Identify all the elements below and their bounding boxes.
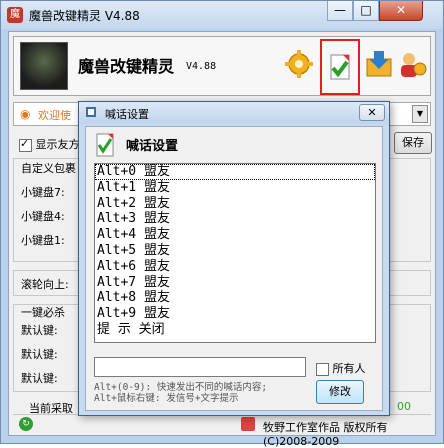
minimize-button[interactable]: — [327, 1, 353, 21]
dialog-close-button[interactable]: ✕ [359, 104, 385, 121]
shout-text-input[interactable] [94, 357, 306, 377]
hint-text: Alt+(0-9): 快速发出不同的喊话内容; Alt+鼠标右键: 发信号+文字… [94, 382, 267, 404]
one-key-group-title: 一键必杀 [21, 306, 65, 319]
refresh-icon[interactable]: ↻ [19, 417, 33, 431]
list-item[interactable]: Alt+6 盟友 [95, 259, 375, 275]
default-key-label: 默认键: [21, 372, 58, 385]
checkmark-document-icon [330, 54, 350, 80]
custom-group-title: 自定义包裹 [21, 162, 76, 175]
checkmark-document-icon [96, 133, 114, 157]
all-people-label: 所有人 [332, 362, 366, 375]
modify-button[interactable]: 修改 [316, 380, 364, 404]
studio-icon [241, 417, 255, 431]
list-item[interactable]: Alt+8 盟友 [95, 290, 375, 306]
gear-icon[interactable] [284, 49, 314, 79]
keypad7-label: 小键盘7: [21, 186, 65, 199]
close-button[interactable]: ✕ [379, 1, 423, 21]
app-icon: 魔 [7, 7, 23, 23]
app-version: V4.88 [186, 61, 217, 72]
user-settings-icon[interactable] [398, 49, 428, 79]
list-item[interactable]: Alt+9 盟友 [95, 306, 375, 322]
keypad4-label: 小键盘4: [21, 210, 65, 223]
dialog-client-area: 喊话设置 Alt+0 盟友 Alt+1 盟友 Alt+2 盟友 Alt+3 盟友… [85, 126, 383, 411]
maximize-button[interactable]: □ [353, 1, 379, 21]
scroll-up-label: 滚轮向上: [21, 278, 69, 291]
all-people-checkbox[interactable] [316, 362, 329, 376]
list-item[interactable]: Alt+5 盟友 [95, 243, 375, 259]
save-button[interactable]: 保存 [394, 132, 432, 154]
list-item[interactable]: Alt+2 盟友 [95, 196, 375, 212]
show-friends-label: 显示友方 [35, 138, 80, 151]
app-header: 魔兽改键精灵 V4.88 [13, 36, 431, 96]
hint-line-2: Alt+鼠标右键: 发信号+文字提示 [94, 393, 239, 404]
download-folder-icon[interactable] [364, 49, 394, 79]
shout-settings-button[interactable] [320, 39, 360, 95]
bottom-right-value: 00 [397, 400, 411, 413]
dialog-titlebar[interactable]: 喊话设置 ✕ [79, 102, 389, 124]
main-titlebar[interactable]: 魔 魔兽改键精灵 V4.88 — □ ✕ [1, 1, 443, 29]
list-item[interactable]: Alt+1 盟友 [95, 180, 375, 196]
shout-list[interactable]: Alt+0 盟友 Alt+1 盟友 Alt+2 盟友 Alt+3 盟友 Alt+… [94, 163, 376, 343]
list-item[interactable]: Alt+7 盟友 [95, 275, 375, 291]
window-title: 魔兽改键精灵 V4.88 [29, 9, 140, 23]
list-item[interactable]: 提 示 关闭 [95, 322, 375, 338]
info-icon: ◉ [20, 107, 31, 121]
app-logo [20, 42, 68, 90]
welcome-text: 欢迎使 [38, 109, 71, 122]
app-title: 魔兽改键精灵 [78, 57, 175, 76]
keypad1-label: 小键盘1: [21, 234, 65, 247]
default-key-label: 默认键: [21, 348, 58, 361]
default-key-label: 默认键: [21, 324, 58, 337]
dialog-title: 喊话设置 [105, 108, 149, 121]
list-item[interactable]: Alt+4 盟友 [95, 227, 375, 243]
chevron-down-icon[interactable]: ▼ [412, 105, 428, 123]
hint-line-1: Alt+(0-9): 快速发出不同的喊话内容; [94, 382, 268, 393]
shout-settings-dialog: 喊话设置 ✕ 喊话设置 Alt+0 盟友 Alt+1 盟友 Alt+2 盟友 A… [78, 101, 390, 416]
list-item[interactable]: Alt+0 盟友 [95, 164, 375, 180]
list-item[interactable]: Alt+3 盟友 [95, 211, 375, 227]
dialog-app-icon [86, 107, 96, 117]
dialog-heading: 喊话设置 [126, 139, 179, 154]
show-friends-checkbox[interactable] [19, 137, 32, 152]
all-people-option[interactable]: 所有人 [316, 360, 366, 376]
show-friends-option[interactable]: 显示友方 [19, 136, 80, 152]
status-bar: ↻ 牧野工作室作品 版权所有 (C)2008-2009 [13, 414, 431, 448]
